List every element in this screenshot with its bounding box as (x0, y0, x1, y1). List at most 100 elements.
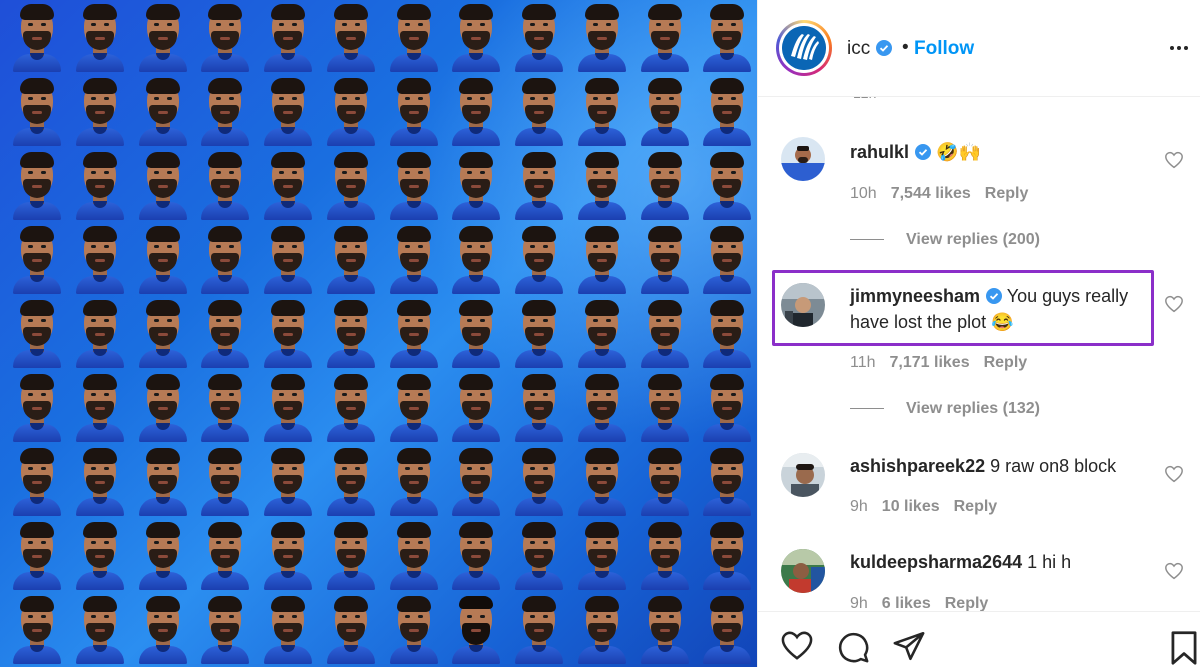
face-tile (69, 370, 132, 444)
face-tile (445, 296, 508, 370)
face-tile (132, 0, 195, 74)
view-replies-label[interactable]: View replies (200) (906, 231, 1040, 248)
comment-meta: 11h 7,171 likes Reply (850, 354, 1041, 372)
heart-icon[interactable] (1164, 151, 1184, 169)
reply-button[interactable]: Reply (985, 185, 1029, 202)
face-tile (257, 74, 320, 148)
comment-username[interactable]: jimmyneesham (850, 286, 980, 306)
account-username[interactable]: icc (847, 38, 893, 60)
face-tile (634, 518, 697, 592)
face-tile (69, 444, 132, 518)
face-tile (320, 592, 383, 666)
face-tile (257, 296, 320, 370)
face-tile (634, 296, 697, 370)
reply-button[interactable]: Reply (954, 498, 998, 515)
face-tile (257, 222, 320, 296)
comment-likes[interactable]: 6 likes (882, 595, 931, 611)
face-tile (257, 370, 320, 444)
face-tile (508, 222, 571, 296)
face-tile (257, 592, 320, 666)
comment-likes[interactable]: 7,171 likes (890, 354, 970, 371)
face-tile (132, 518, 195, 592)
face-tile (571, 370, 634, 444)
verified-badge-icon (915, 144, 932, 160)
face-tile (132, 592, 195, 666)
comment-username[interactable]: kuldeepsharma2644 (850, 552, 1022, 572)
view-replies-button[interactable]: View replies (200) (850, 231, 1040, 249)
face-tile (571, 74, 634, 148)
bookmark-icon[interactable] (1170, 630, 1198, 666)
face-tile (6, 592, 69, 666)
face-tile (696, 592, 757, 666)
face-tile (508, 0, 571, 74)
face-tile (132, 296, 195, 370)
face-tile (194, 74, 257, 148)
post-image[interactable] (0, 0, 757, 667)
face-tile (634, 0, 697, 74)
username-text[interactable]: icc (847, 38, 870, 59)
commenter-avatar[interactable] (781, 549, 825, 593)
comment-icon[interactable] (836, 630, 870, 664)
face-tile (383, 222, 446, 296)
face-tile (634, 370, 697, 444)
more-options-icon[interactable] (1166, 38, 1192, 58)
paper-plane-icon[interactable] (892, 630, 926, 662)
face-tile (696, 518, 757, 592)
face-tile (445, 222, 508, 296)
account-avatar[interactable] (776, 20, 832, 76)
face-tile (508, 518, 571, 592)
face-tile (634, 148, 697, 222)
face-tile (383, 370, 446, 444)
face-tile (194, 0, 257, 74)
face-tile (383, 518, 446, 592)
follow-button[interactable]: Follow (914, 38, 974, 60)
face-tile (6, 370, 69, 444)
heart-icon[interactable] (1164, 465, 1184, 483)
side-panel: icc • Follow 12h rahulkl 🤣🙌 10h 7,544 lik… (757, 0, 1200, 667)
face-tile (6, 296, 69, 370)
face-tile (257, 148, 320, 222)
comment-meta: 9h 6 likes Reply (850, 595, 1002, 611)
commenter-avatar[interactable] (781, 283, 825, 327)
comments-list[interactable]: 12h rahulkl 🤣🙌 10h 7,544 likes Reply View … (758, 97, 1200, 611)
face-tile (69, 222, 132, 296)
face-tile (383, 296, 446, 370)
comment-likes[interactable]: 10 likes (882, 498, 940, 515)
reply-button[interactable]: Reply (984, 354, 1028, 371)
face-tile (383, 74, 446, 148)
face-tile (634, 222, 697, 296)
comment-content: 🤣🙌 (936, 142, 981, 162)
face-tile (634, 444, 697, 518)
comment-text: ashishpareek22 9 raw on8 block (850, 453, 1150, 479)
replies-line (850, 408, 884, 410)
face-tile (320, 0, 383, 74)
face-tile (508, 592, 571, 666)
face-tile (696, 444, 757, 518)
face-tile (320, 222, 383, 296)
face-tile (257, 444, 320, 518)
heart-icon[interactable] (1164, 295, 1184, 313)
comment-likes[interactable]: 7,544 likes (891, 185, 971, 202)
heart-icon[interactable] (780, 630, 814, 661)
comment-meta: 10h 7,544 likes Reply (850, 185, 1042, 203)
face-tile (383, 0, 446, 74)
face-tile (571, 444, 634, 518)
face-tile (445, 370, 508, 444)
comment-username[interactable]: ashishpareek22 (850, 456, 985, 476)
heart-icon[interactable] (1164, 562, 1184, 580)
commenter-avatar[interactable] (781, 137, 825, 181)
comment-time: 10h (850, 185, 877, 202)
view-replies-button[interactable]: View replies (132) (850, 400, 1040, 418)
comment-time: 9h (850, 498, 868, 515)
commenter-avatar[interactable] (781, 453, 825, 497)
face-tile (6, 518, 69, 592)
reply-button[interactable]: Reply (945, 595, 989, 611)
face-tile (6, 444, 69, 518)
comment-time: 9h (850, 595, 868, 611)
view-replies-label[interactable]: View replies (132) (906, 400, 1040, 417)
comment-username[interactable]: rahulkl (850, 142, 909, 162)
face-tile (6, 222, 69, 296)
face-tile (194, 592, 257, 666)
replies-line (850, 239, 884, 241)
face-tile (320, 74, 383, 148)
